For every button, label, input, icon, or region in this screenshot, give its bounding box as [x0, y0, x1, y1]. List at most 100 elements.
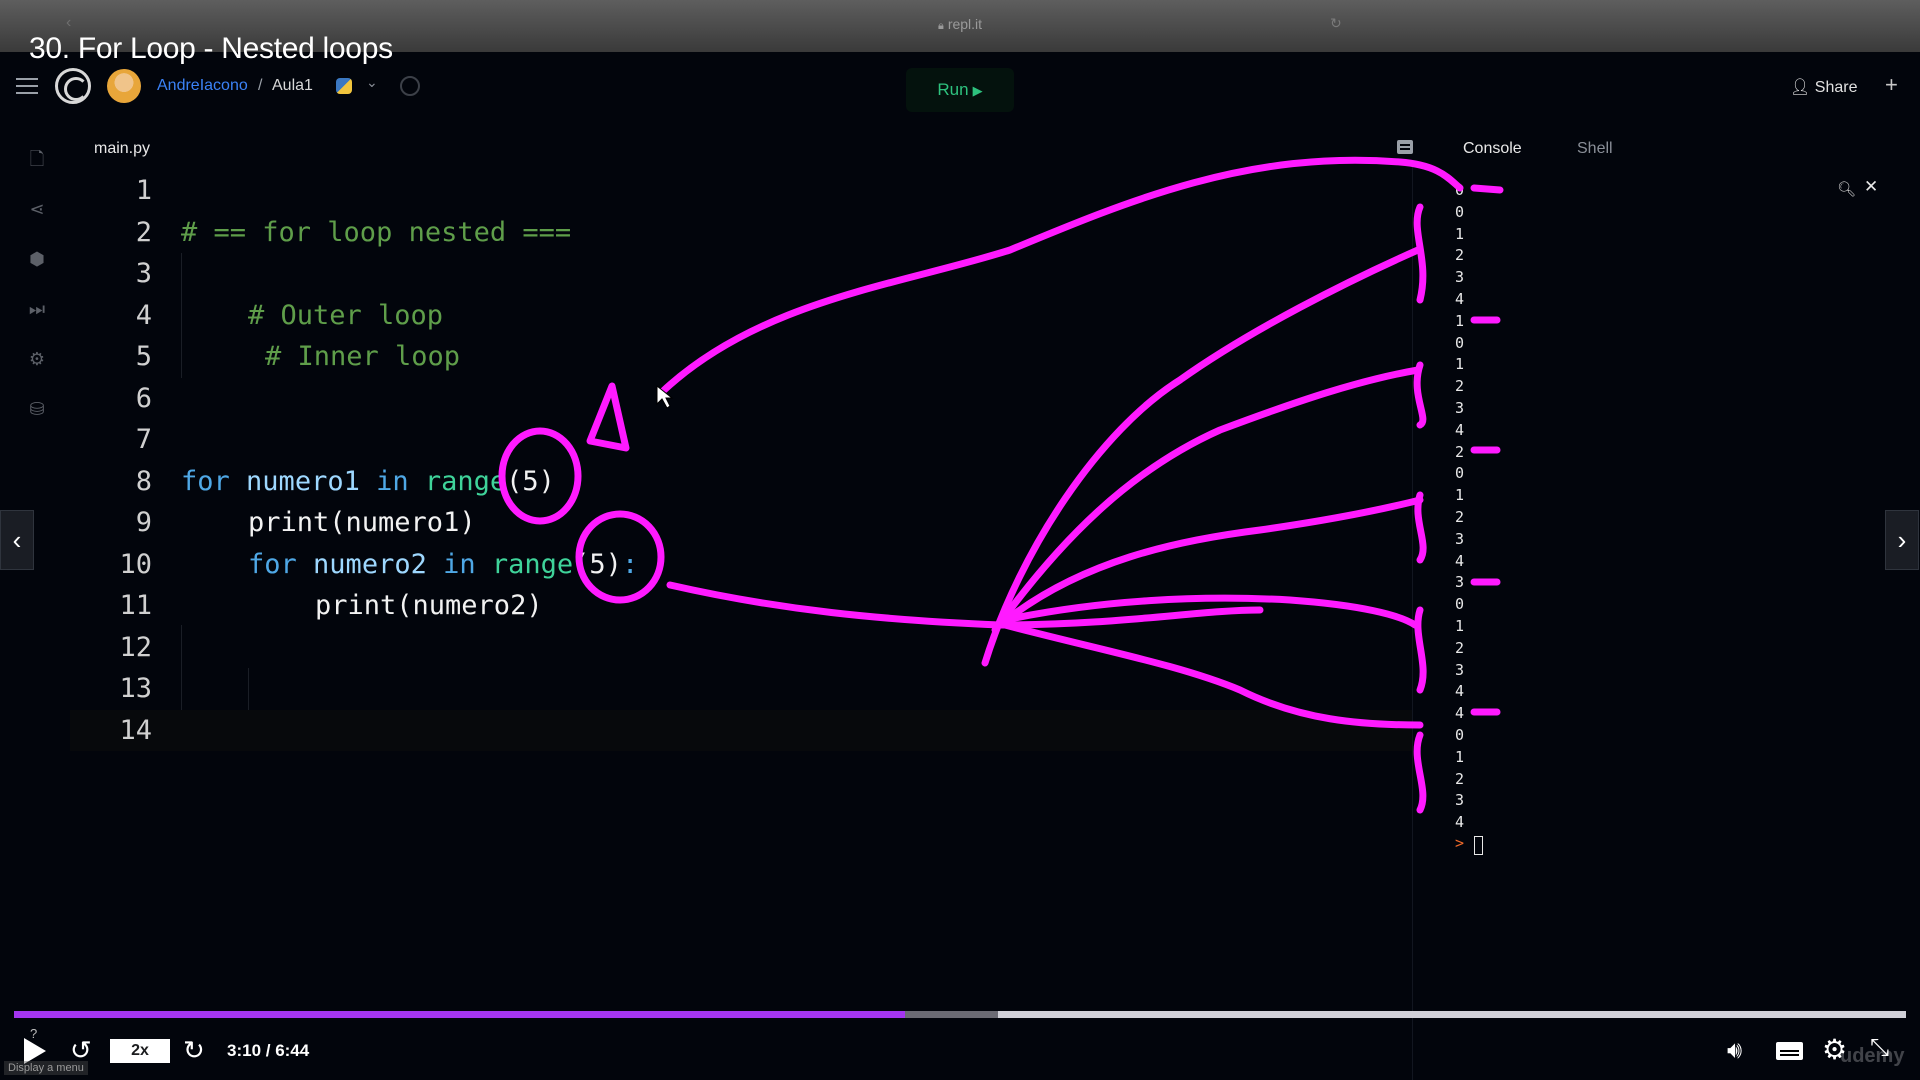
- code-line: 1: [70, 170, 1412, 212]
- history-icon[interactable]: [400, 76, 420, 96]
- chevron-down-icon[interactable]: ⌄: [366, 74, 378, 91]
- annotation-brace: [1413, 731, 1427, 814]
- code-line: 5 # Inner loop: [70, 336, 1412, 378]
- console-output-line: 3: [1455, 268, 1465, 287]
- share-button[interactable]: 👤︎ Share: [1790, 77, 1857, 97]
- menu-hint-tooltip: Display a menu: [4, 1061, 88, 1075]
- file-tab-main-py[interactable]: main.py: [94, 140, 150, 158]
- code-statement: for numero1 in range(5): [181, 461, 555, 503]
- code-line: 7: [70, 419, 1412, 461]
- run-button[interactable]: Run ▶: [906, 68, 1014, 112]
- played-bar: [14, 1011, 906, 1018]
- console-output-line: 3: [1455, 529, 1465, 548]
- line-number: 14: [119, 714, 152, 746]
- replit-logo-icon[interactable]: [55, 68, 91, 104]
- console-output-line: 0: [1455, 464, 1465, 483]
- exit-fullscreen-icon[interactable]: ⤡: [1870, 1034, 1889, 1062]
- console-output-line: 3: [1455, 791, 1465, 810]
- breadcrumb-separator: /: [258, 77, 263, 94]
- plus-icon[interactable]: +: [1885, 72, 1898, 98]
- repl-header: AndreIacono / Aula1 ⌄ Run ▶ 👤︎ Share +: [0, 64, 1920, 112]
- console-output-line: 0: [1455, 202, 1465, 221]
- debugger-icon[interactable]: ⏭︎: [26, 298, 48, 320]
- user-avatar[interactable]: [107, 69, 141, 103]
- console-output-line: 4: [1455, 813, 1465, 832]
- console-output-line: 0: [1455, 725, 1465, 744]
- prev-lecture-button[interactable]: ‹: [0, 510, 34, 570]
- code-line-active: 14: [70, 709, 1412, 751]
- packages-icon[interactable]: ⬢: [26, 248, 48, 270]
- line-number: 8: [135, 465, 152, 497]
- play-triangle-icon: ▶: [972, 83, 983, 98]
- console-output-line: 1: [1455, 486, 1465, 505]
- console-output-line: 4: [1455, 704, 1465, 723]
- console-output: 0 0 1 2 3 4 1 0 1 2 3 4 2 0 1 2 3 4 3 0 1 2 3 4 4 0 1 2 3 4: [1455, 180, 1495, 834]
- console-output-line: 1: [1455, 616, 1465, 635]
- user-link[interactable]: AndreIacono: [157, 77, 248, 95]
- share-nodes-icon[interactable]: ⋖: [26, 198, 48, 220]
- repl-name[interactable]: Aula1: [272, 77, 313, 95]
- function-range: range: [491, 548, 574, 580]
- console-toggle-icon[interactable]: [1397, 140, 1413, 154]
- search-icon[interactable]: 🔍︎: [1837, 180, 1856, 198]
- code-statement: print(numero2): [315, 590, 543, 621]
- volume-icon[interactable]: 🔊︎: [1727, 1037, 1742, 1065]
- code-line: 9 print(numero1): [70, 502, 1412, 544]
- playback-speed-button[interactable]: 2x: [110, 1039, 170, 1063]
- pane-divider[interactable]: [1412, 160, 1413, 1080]
- forward-icon[interactable]: ↻: [183, 1035, 205, 1066]
- code-line: 2 # == for loop nested ===: [70, 212, 1412, 254]
- line-number: 9: [135, 507, 152, 538]
- code-line: 12: [70, 627, 1412, 669]
- share-label: Share: [1814, 79, 1858, 96]
- annotation-brace: [1413, 361, 1427, 429]
- tab-console[interactable]: Console: [1463, 140, 1522, 158]
- code-editor[interactable]: 1 2 # == for loop nested === 3 4 # Outer l…: [70, 170, 1412, 760]
- console-output-line: 0: [1455, 333, 1465, 352]
- next-lecture-button[interactable]: ›: [1885, 510, 1919, 570]
- console-output-line: 0: [1455, 181, 1465, 199]
- console-output-line: 1: [1455, 355, 1465, 374]
- range-args: (5): [506, 465, 555, 497]
- chevron-right-icon: ›: [1897, 525, 1907, 555]
- console-output-line: 4: [1455, 289, 1465, 308]
- close-icon[interactable]: ✕: [1864, 177, 1878, 197]
- captions-icon[interactable]: [1776, 1042, 1803, 1060]
- database-icon[interactable]: ⛁: [26, 398, 48, 420]
- code-comment: # == for loop nested ===: [181, 216, 572, 248]
- lock-icon: 🔒︎: [937, 20, 944, 32]
- annotation-brace: [1414, 606, 1427, 694]
- browser-url-text: repl.it: [947, 16, 983, 32]
- reload-icon[interactable]: ↻: [1330, 15, 1342, 32]
- console-prompt: >: [1455, 834, 1465, 852]
- annotation-brace: [1413, 203, 1427, 304]
- settings-icon[interactable]: ⚙︎: [26, 348, 48, 370]
- variable-numero2: numero2: [313, 548, 427, 580]
- console-output-line: 2: [1455, 246, 1465, 265]
- person-plus-icon: 👤︎: [1790, 79, 1811, 96]
- console-output-line: 3: [1455, 398, 1465, 417]
- console-output-line: 3: [1455, 573, 1465, 592]
- line-number: 11: [119, 590, 152, 621]
- line-number: 1: [135, 175, 152, 206]
- tab-shell[interactable]: Shell: [1577, 140, 1613, 158]
- console-output-line: 1: [1455, 747, 1465, 766]
- video-progress-bar[interactable]: [14, 1011, 1906, 1018]
- line-number: 7: [135, 424, 152, 455]
- python-icon: [336, 78, 352, 94]
- lecture-title: 30. For Loop - Nested loops: [29, 32, 393, 65]
- browser-address[interactable]: 🔒︎ repl.it: [0, 16, 1920, 33]
- chevron-left-icon: ‹: [12, 525, 22, 555]
- console-cursor[interactable]: [1474, 836, 1483, 855]
- hamburger-menu-icon[interactable]: [16, 78, 38, 94]
- code-statement: print(numero1): [248, 507, 476, 538]
- keyword-for: for: [181, 465, 230, 497]
- line-number: 10: [119, 548, 152, 580]
- console-output-line: 2: [1455, 638, 1465, 657]
- code-line: 3: [70, 253, 1412, 295]
- console-output-line: 4: [1455, 420, 1465, 439]
- console-output-line: 3: [1455, 660, 1465, 679]
- line-number: 4: [135, 299, 152, 331]
- line-number: 13: [119, 673, 152, 704]
- files-icon[interactable]: 🗋︎: [26, 148, 48, 170]
